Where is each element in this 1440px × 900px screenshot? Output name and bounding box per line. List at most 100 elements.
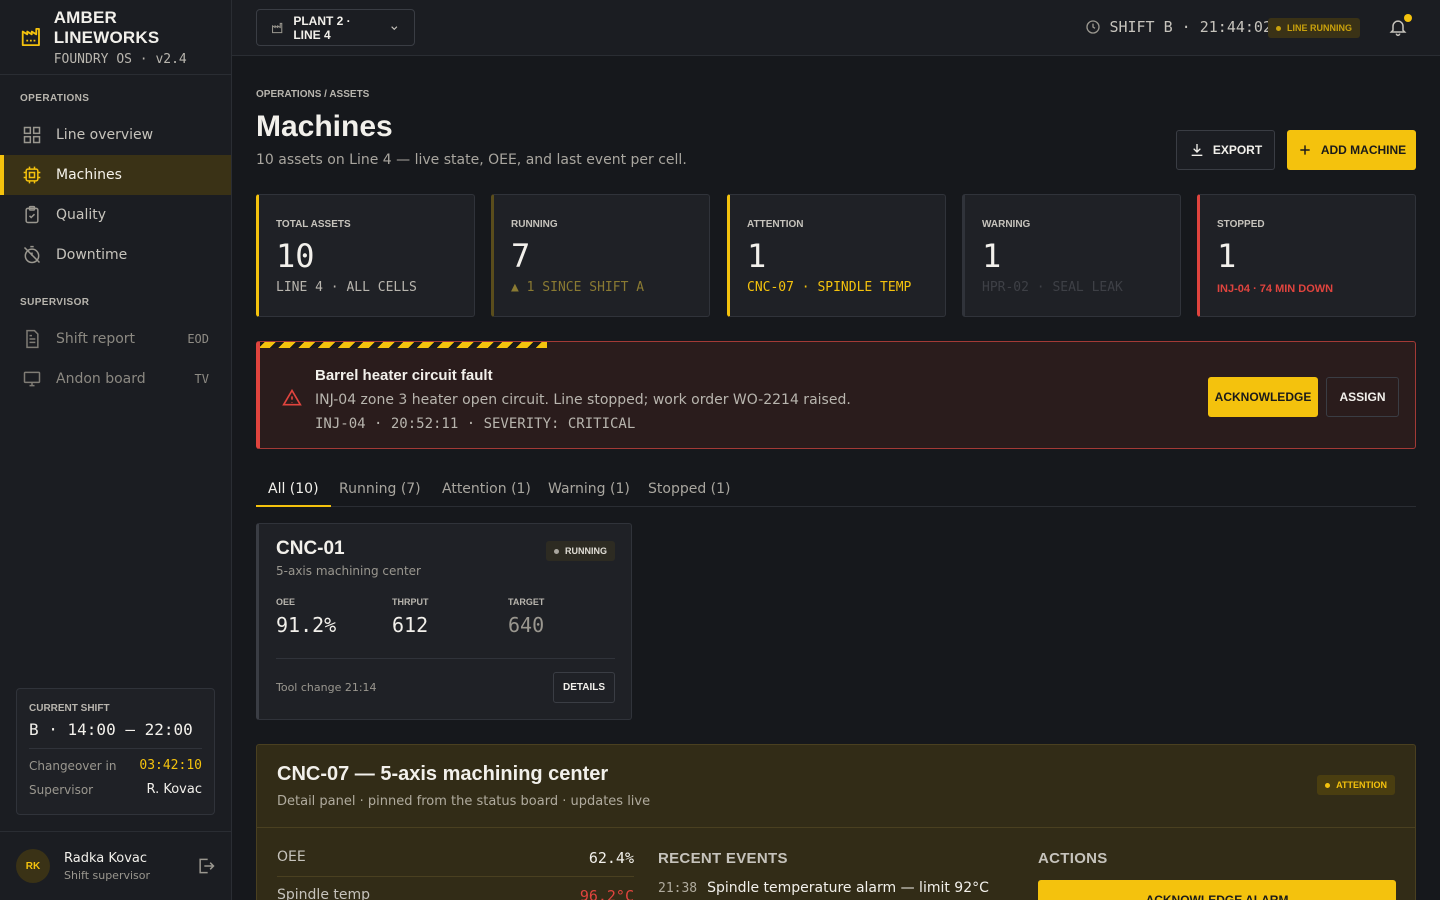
status-badge-text: ATTENTION (1336, 780, 1387, 790)
current-shift-card: CURRENT SHIFT B · 14:00 – 22:00 Changeov… (16, 688, 215, 815)
kpi-subtext: INJ-04 · 74 MIN DOWN (1217, 283, 1334, 296)
shift-label: CURRENT SHIFT (29, 703, 110, 714)
clock-icon (1086, 20, 1101, 34)
logout-icon[interactable] (196, 856, 216, 876)
add-machine-button[interactable]: ADD MACHINE (1287, 130, 1416, 170)
status-tabs: All (10) Running (7) Attention (1) Warni… (256, 469, 1416, 507)
sidebar-item-label: Line overview (56, 127, 154, 143)
acknowledge-button[interactable]: ACKNOWLEDGE (1208, 377, 1318, 417)
kpi-card-running[interactable]: RUNNING 7 ▲ 1 SINCE SHIFT A (491, 194, 710, 317)
critical-alert-banner: Barrel heater circuit fault INJ-04 zone … (256, 341, 1416, 449)
sidebar-item-downtime[interactable]: Downtime (0, 235, 231, 275)
detail-row-value: 96.2°C (579, 887, 634, 900)
assign-button[interactable]: ASSIGN (1326, 377, 1399, 417)
user-name: Radka Kovac (64, 850, 148, 866)
factory-icon (21, 27, 40, 47)
plant-line-label: PLANT 2 · LINE 4 (293, 13, 351, 42)
kpi-subtext: LINE 4 · ALL CELLS (276, 280, 417, 296)
event-item[interactable]: 21:38 Spindle temperature alarm — limit … (658, 880, 989, 896)
divider (257, 827, 1415, 828)
line-status-text: LINE RUNNING (1287, 23, 1352, 33)
tab-all[interactable]: All (10) (256, 481, 331, 507)
factory-icon (272, 22, 283, 33)
kpi-value: 1 (747, 237, 767, 275)
sidebar-item-label: Quality (56, 207, 107, 223)
topbar: PLANT 2 · LINE 4 SHIFT B · 21:44:02 LINE… (232, 0, 1440, 56)
breadcrumb[interactable]: OPERATIONS / ASSETS (256, 89, 369, 100)
metric-label: TARGET (508, 597, 545, 607)
shift-clock: SHIFT B · 21:44:02 (1085, 18, 1272, 36)
sidebar-item-line-overview[interactable]: Line overview (0, 115, 231, 155)
last-event: Tool change 21:14 (276, 681, 377, 694)
divider (276, 658, 615, 659)
sidebar-item-label: Downtime (56, 247, 128, 263)
sidebar-item-hint: EOD (187, 332, 209, 346)
clipboard-check-icon (25, 205, 39, 224)
tab-stopped[interactable]: Stopped (1) (648, 481, 731, 507)
sidebar-item-andon-board[interactable]: Andon board TV (0, 359, 231, 399)
sidebar-item-machines[interactable]: Machines (0, 155, 231, 195)
chevron-down-icon (391, 25, 398, 30)
sidebar-item-hint: TV (194, 372, 209, 386)
status-dot (554, 548, 559, 554)
alert-meta: INJ-04 · 20:52:11 · SEVERITY: CRITICAL (315, 416, 636, 432)
acknowledge-alarm-button[interactable]: ACKNOWLEDGE ALARM (1038, 880, 1396, 900)
kpi-value: 10 (276, 237, 315, 275)
sidebar-item-quality[interactable]: Quality (0, 195, 231, 235)
status-dot (1325, 782, 1331, 788)
user-profile: RK Radka Kovac Shift supervisor (0, 831, 232, 900)
shift-clock-text: SHIFT B · 21:44:02 (1109, 18, 1272, 36)
status-dot (1276, 25, 1281, 31)
details-button[interactable]: DETAILS (553, 672, 615, 703)
warning-triangle-icon (282, 388, 302, 406)
sidebar-item-label: Machines (56, 167, 122, 183)
changeover-row: Changeover in 03:42:10 (29, 758, 202, 773)
kpi-label: ATTENTION (747, 219, 804, 230)
user-role: Shift supervisor (64, 868, 151, 882)
download-icon (1191, 144, 1203, 156)
detail-title: CNC-07 — 5-axis machining center (277, 763, 609, 785)
kpi-subtext: CNC-07 · SPINDLE TEMP (747, 280, 912, 296)
brand-version: FOUNDRY OS · v2.4 (53, 51, 187, 67)
page-title: Machines (256, 110, 393, 143)
plant-line-select[interactable]: PLANT 2 · LINE 4 (256, 9, 415, 46)
divider (277, 876, 634, 877)
nav-section-supervisor: SUPERVISOR (20, 297, 90, 308)
kpi-row: TOTAL ASSETS 10 LINE 4 · ALL CELLS RUNNING 7… (256, 194, 1416, 317)
kpi-value: 1 (982, 237, 1002, 275)
kpi-card-warning[interactable]: WARNING 1 HPR-02 · SEAL LEAK (962, 194, 1181, 317)
brand[interactable]: AMBER LINEWORKS FOUNDRY OS · v2.4 (0, 0, 231, 75)
nav-section-operations: OPERATIONS (20, 93, 90, 104)
alert-title: Barrel heater circuit fault (315, 367, 493, 384)
avatar[interactable]: RK (16, 849, 50, 883)
kpi-label: STOPPED (1217, 219, 1265, 230)
kpi-subtext: HPR-02 · SEAL LEAK (982, 280, 1123, 296)
tab-running[interactable]: Running (7) (339, 481, 421, 507)
line-status-badge: LINE RUNNING (1268, 18, 1360, 38)
kpi-card-total-assets[interactable]: TOTAL ASSETS 10 LINE 4 · ALL CELLS (256, 194, 475, 317)
machine-card-cnc-01[interactable]: CNC-01 5-axis machining center RUNNING O… (256, 523, 632, 720)
plus-icon (1300, 145, 1310, 155)
tab-warning[interactable]: Warning (1) (548, 481, 630, 507)
kpi-card-attention[interactable]: ATTENTION 1 CNC-07 · SPINDLE TEMP (727, 194, 946, 317)
status-badge-text: RUNNING (565, 546, 607, 556)
monitor-icon (23, 371, 41, 387)
detail-subtitle: Detail panel · pinned from the status bo… (277, 794, 651, 809)
kpi-value: 1 (1217, 237, 1237, 275)
tab-attention[interactable]: Attention (1) (442, 481, 531, 507)
kpi-card-stopped[interactable]: STOPPED 1 INJ-04 · 74 MIN DOWN (1197, 194, 1416, 317)
detail-row-label: Spindle temp (277, 887, 371, 900)
chip-icon (23, 166, 41, 184)
kpi-label: TOTAL ASSETS (276, 219, 351, 230)
export-button[interactable]: EXPORT (1176, 130, 1275, 170)
metric-value: 612 (392, 613, 429, 637)
timer-off-icon (23, 245, 41, 264)
metric-throughput: THRPUT 612 (392, 597, 429, 637)
sidebar-item-shift-report[interactable]: Shift report EOD (0, 319, 231, 359)
alert-description: INJ-04 zone 3 heater open circuit. Line … (315, 392, 851, 408)
actions-heading: ACTIONS (1038, 850, 1108, 867)
metric-target: TARGET 640 (508, 597, 544, 637)
status-badge: RUNNING (546, 541, 615, 561)
kpi-label: WARNING (982, 219, 1031, 230)
event-text: Spindle temperature alarm — limit 92°C (707, 880, 989, 896)
